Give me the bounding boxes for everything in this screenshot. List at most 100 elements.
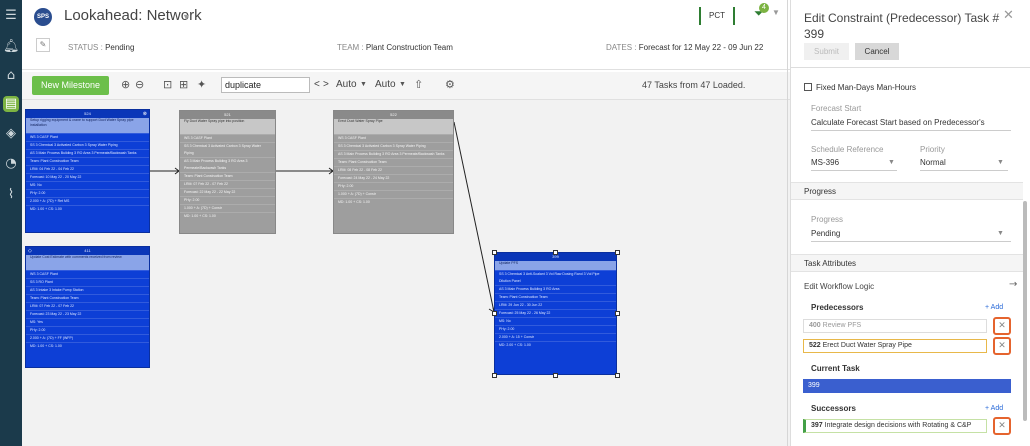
forecast-start-select[interactable]: Calculate Forecast Start based on Predec… [811, 118, 985, 127]
arrow-right-icon[interactable]: → [1009, 279, 1017, 290]
gear-icon[interactable]: ⚙ [445, 78, 455, 91]
forecast-start-label: Forecast Start [811, 104, 862, 113]
predecessors-label: Predecessors [811, 303, 864, 312]
auto-select-1[interactable]: Auto [336, 79, 357, 90]
pie-chart-icon[interactable]: ◔ [3, 156, 19, 172]
filter-chevron-down-icon[interactable]: ▼ [772, 8, 780, 17]
fixed-man-days-label: Fixed Man-Days Man-Hours [816, 83, 917, 92]
predecessor-item[interactable]: 522 Erect Duct Water Spray Pipe [803, 339, 987, 353]
schedule-reference-select[interactable]: MS-396 [811, 158, 839, 167]
hamburger-menu-icon[interactable]: ☰ [3, 8, 19, 24]
chevron-down-icon[interactable]: ▼ [888, 159, 895, 166]
task-line: MD: 1.00 + CS: 1.00 [26, 205, 149, 213]
progress-section-header: Progress [791, 182, 1023, 200]
task-menu-icon[interactable]: ⊗ [143, 111, 147, 118]
task-line: PHy: 2.00 [334, 182, 453, 190]
layers-icon[interactable]: ◈ [3, 126, 19, 142]
task-card-411[interactable]: 411 ◇ Update Cost Estimate with comments… [25, 246, 150, 368]
tasks-loaded-count: 47 Tasks from 47 Loaded. [642, 80, 746, 90]
pct-button[interactable]: PCT [699, 7, 735, 25]
chevron-down-icon[interactable]: ▼ [360, 81, 367, 88]
dates-value: Forecast for 12 May 22 - 09 Jun 22 [638, 43, 764, 52]
predecessor-id: 400 [809, 322, 821, 329]
line-chart-icon[interactable]: ⌇ [3, 187, 19, 203]
task-card-524[interactable]: 524 ⊗ Setup rigging equipment & crane to… [25, 109, 150, 233]
fit-screen-icon[interactable]: ⊡ [163, 78, 172, 91]
resize-handle[interactable] [553, 250, 558, 255]
task-line: Forecast: 24 May 22 - 24 May 22 [334, 174, 453, 182]
resize-handle[interactable] [615, 373, 620, 378]
scrollbar[interactable] [1023, 201, 1027, 421]
task-line: LRM: 07 Feb 22 - 07 Feb 22 [180, 180, 275, 188]
successor-item[interactable]: 397 Integrate design decisions with Rota… [803, 419, 987, 433]
bell-icon[interactable]: 🔔︎ [3, 39, 20, 55]
fixed-man-days-checkbox[interactable] [804, 83, 812, 91]
predecessor-name: Review PFS [822, 322, 862, 329]
search-input[interactable]: duplicate [221, 77, 310, 93]
upload-icon[interactable]: ⇧ [414, 78, 423, 91]
magic-wand-icon[interactable]: ✦ [197, 78, 206, 91]
edit-constraint-panel: Edit Constraint (Predecessor) Task # 399… [790, 0, 1030, 446]
new-milestone-button[interactable]: New Milestone [32, 76, 109, 95]
fixed-man-days-checkbox-row[interactable]: Fixed Man-Days Man-Hours [804, 83, 916, 92]
chevron-down-icon[interactable]: ▼ [997, 230, 1004, 237]
task-line: WS 3 CASF Plant [180, 134, 275, 142]
task-line: LRM: 29 Jun 22 - 30 Jun 22 [495, 301, 616, 309]
predecessor-id: 522 [809, 342, 821, 349]
task-description: Fly Duct Water Spray pipe into position [180, 119, 275, 134]
auto-select-2[interactable]: Auto [375, 79, 396, 90]
task-card-522[interactable]: 522 Erect Duct Water Spray Pipe WS 3 CAS… [333, 110, 454, 234]
chevron-down-icon[interactable]: ▼ [997, 159, 1004, 166]
home-icon[interactable]: ⌂ [3, 68, 19, 84]
remove-predecessor-icon[interactable]: ✕ [993, 317, 1011, 335]
task-line: SS 3 RO Plant [26, 278, 149, 286]
network-toolbar: New Milestone ⊕ ⊖ ⊡ ⊞ ✦ duplicate < > Au… [22, 72, 790, 100]
priority-select[interactable]: Normal [920, 158, 946, 167]
chevron-down-icon[interactable]: ▼ [399, 81, 406, 88]
task-card-521[interactable]: 521 Fly Duct Water Spray pipe into posit… [179, 110, 276, 234]
resize-handle[interactable] [615, 311, 620, 316]
task-line: Team: Plant Construction Team [26, 294, 149, 302]
cancel-button[interactable]: Cancel [855, 43, 899, 60]
network-canvas[interactable]: 524 ⊗ Setup rigging equipment & crane to… [22, 100, 790, 446]
task-line: Forecast: 25 May 22 - 26 May 22 [495, 309, 616, 317]
add-successor-link[interactable]: + Add [985, 405, 1003, 412]
task-card-399-selected[interactable]: 399 Update PFS SS 3 Chemical 3 Anti-Scal… [494, 252, 617, 375]
close-icon[interactable]: ✕ [1003, 8, 1014, 23]
task-line: Forecast: 10 May 22 - 20 May 22 [26, 173, 149, 181]
layout-icon[interactable]: ⊞ [179, 78, 188, 91]
add-predecessor-link[interactable]: + Add [985, 304, 1003, 311]
task-line: PHy: 2.00 [495, 325, 616, 333]
zoom-out-icon[interactable]: ⊖ [135, 78, 144, 91]
pencil-icon[interactable]: ✎ [36, 38, 50, 52]
submit-button[interactable]: Submit [804, 43, 849, 60]
task-line: 1.000 + A: (7D) + Constr [334, 190, 453, 198]
resize-handle[interactable] [492, 250, 497, 255]
resize-handle[interactable] [615, 250, 620, 255]
search-prev-button[interactable]: < [314, 79, 320, 90]
field-underline [920, 170, 1008, 171]
task-line: 2.000 + A: 15 + Constr [495, 333, 616, 341]
progress-select[interactable]: Pending [811, 229, 840, 238]
page-title[interactable]: Lookahead: Network [64, 7, 202, 24]
resize-handle[interactable] [492, 311, 497, 316]
task-line: Team: Plant Construction Team [495, 293, 616, 301]
task-line: MS: Yes [26, 318, 149, 326]
task-line: PHy: 2.00 [26, 326, 149, 334]
zoom-in-icon[interactable]: ⊕ [121, 78, 130, 91]
search-next-button[interactable]: > [323, 79, 329, 90]
predecessor-item[interactable]: 400 Review PFS [803, 319, 987, 333]
panel-scroll-area[interactable]: Fixed Man-Days Man-Hours Forecast Start … [791, 67, 1030, 446]
task-line: AS 3 Main Process Building 3 RO Area 3 P… [180, 157, 275, 172]
resize-handle[interactable] [553, 373, 558, 378]
task-attributes-section-header[interactable]: Task Attributes [791, 254, 1023, 272]
chevron-down-icon[interactable]: ▼ [182, 12, 191, 22]
resize-handle[interactable] [492, 373, 497, 378]
remove-successor-icon[interactable]: ✕ [993, 417, 1011, 435]
team-value: Plant Construction Team [365, 43, 453, 52]
task-line: WS 3 CASF Plant [334, 134, 453, 142]
remove-predecessor-icon[interactable]: ✕ [993, 337, 1011, 355]
task-line: WS 3 CASF Plant [26, 270, 149, 278]
task-id: 522 [334, 111, 453, 119]
clipboard-icon[interactable]: ▤ [3, 96, 19, 112]
